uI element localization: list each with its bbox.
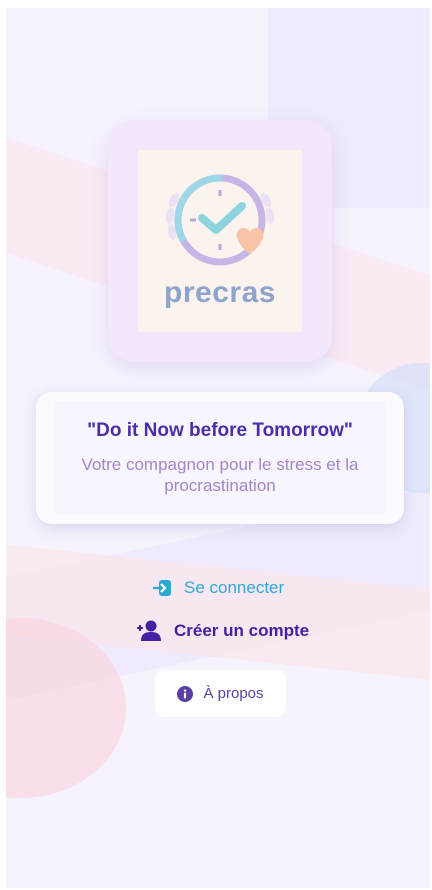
about-label: À propos xyxy=(203,685,264,702)
app-screen: precras "Do it Now before Tomorrow" Votr… xyxy=(6,8,430,888)
signup-button[interactable]: Créer un compte xyxy=(136,620,309,642)
tagline-inner: "Do it Now before Tomorrow" Votre compag… xyxy=(54,402,386,514)
login-button[interactable]: Se connecter xyxy=(152,578,284,598)
about-button[interactable]: À propos xyxy=(155,670,286,717)
tagline-subtitle: Votre compagnon pour le stress et la pro… xyxy=(81,455,359,495)
login-label: Se connecter xyxy=(184,578,285,597)
sign-in-icon xyxy=(153,580,171,596)
tagline-title: "Do it Now before Tomorrow" xyxy=(87,420,353,441)
tagline-card: "Do it Now before Tomorrow" Votre compag… xyxy=(36,392,404,524)
logo: precras xyxy=(138,150,302,332)
info-circle-icon xyxy=(177,685,194,702)
logo-card: precras xyxy=(108,120,332,362)
signup-label: Créer un compte xyxy=(174,621,310,640)
user-plus-icon xyxy=(137,620,161,641)
clock-heart-icon xyxy=(165,174,275,266)
logo-text: precras xyxy=(164,276,276,309)
